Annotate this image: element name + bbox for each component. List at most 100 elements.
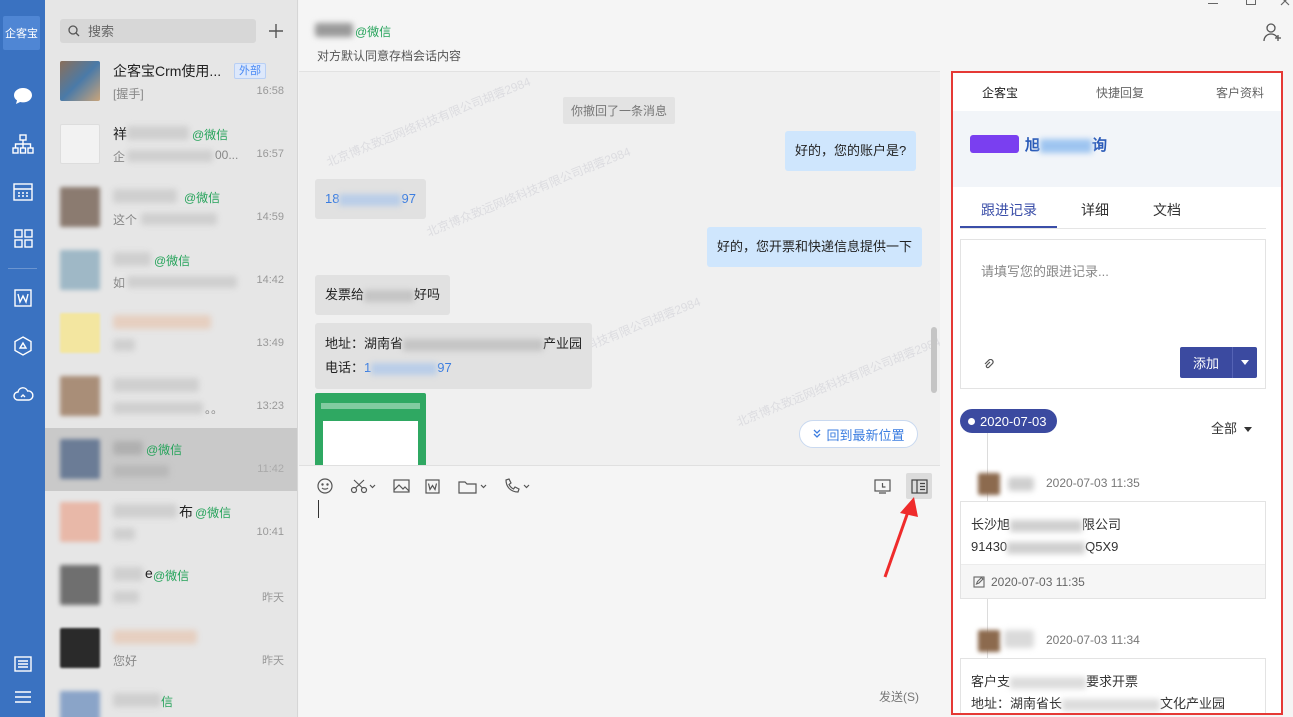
message-composer[interactable]: 发送(S): [299, 465, 940, 717]
minimize-icon[interactable]: [1208, 0, 1218, 4]
archive-notice: 对方默认同意存档会话内容: [317, 49, 462, 63]
record-footer: 2020-07-03 11:35: [961, 564, 1265, 598]
follow-record-editor: 添加: [960, 239, 1266, 389]
search-input[interactable]: [88, 23, 238, 39]
session-item[interactable]: 企客宝Crm使用... 外部 [握手] 16:58: [45, 50, 297, 113]
add-icon[interactable]: [264, 19, 288, 43]
session-item[interactable]: 13:49: [45, 302, 297, 365]
session-item[interactable]: e @微信 昨天: [45, 554, 297, 617]
session-name: 企客宝Crm使用...: [113, 63, 222, 79]
avatar: [60, 439, 100, 479]
calendar-icon[interactable]: [0, 177, 45, 207]
image-message[interactable]: [315, 393, 426, 465]
session-snippet: 如: [113, 276, 126, 290]
window-controls: [940, 0, 1293, 72]
chat-scrollbar[interactable]: [931, 327, 937, 393]
session-item[interactable]: 祥 @微信 企 00... 16:57: [45, 113, 297, 176]
phone-link-suffix[interactable]: 97: [437, 360, 451, 375]
cube-icon[interactable]: [0, 331, 45, 361]
session-item[interactable]: 信: [45, 680, 297, 717]
message-bubble-outgoing[interactable]: 好的，您开票和快递信息提供一下: [707, 227, 923, 267]
jump-to-latest-button[interactable]: 回到最新位置: [799, 420, 918, 448]
record-text: 91430: [971, 539, 1008, 554]
panel-tabs: 企客宝 快捷回复 客户资料: [953, 73, 1281, 111]
cloud-icon[interactable]: [0, 379, 45, 409]
tab-quick-reply[interactable]: 快捷回复: [1096, 84, 1144, 101]
session-time: 昨天: [262, 655, 284, 667]
tab-details[interactable]: 详细: [1081, 200, 1109, 220]
session-snippet: 这个: [113, 213, 138, 227]
date-pill: 2020-07-03: [960, 409, 1057, 433]
send-button[interactable]: 发送(S): [879, 688, 919, 705]
phone-link-prefix[interactable]: 18: [325, 191, 339, 206]
avatar: [60, 250, 100, 290]
customer-name[interactable]: 旭询: [1025, 134, 1107, 155]
image-icon[interactable]: [393, 475, 410, 497]
message-bubble-incoming[interactable]: 发票给 好吗: [315, 275, 451, 315]
message-bubble-incoming[interactable]: 地址：湖南省 产业园 电话：1 97: [315, 323, 593, 389]
wechat-label: @微信: [195, 506, 232, 520]
session-item-active[interactable]: @微信 11:42: [45, 428, 297, 491]
maximize-icon[interactable]: [1246, 0, 1256, 5]
app-logo[interactable]: 企客宝: [3, 16, 40, 50]
session-time: 16:58: [256, 85, 284, 97]
emoji-icon[interactable]: [317, 475, 333, 497]
history-icon[interactable]: [874, 475, 891, 497]
message-bubble-incoming[interactable]: 18 97: [315, 179, 426, 219]
add-record-button[interactable]: 添加: [1180, 347, 1257, 378]
document-icon[interactable]: [425, 475, 440, 497]
apps-icon[interactable]: [0, 224, 45, 254]
record-tabs: 跟进记录 详细 文档: [960, 187, 1266, 229]
add-contact-icon[interactable]: [1263, 22, 1283, 42]
word-icon[interactable]: [0, 283, 45, 313]
record-time: 2020-07-03 11:34: [1046, 633, 1140, 647]
message-text: 好吗: [414, 287, 441, 302]
phone-link-prefix[interactable]: 1: [364, 360, 371, 375]
session-time: 13:23: [256, 400, 284, 412]
record-text: Q5X9: [1085, 539, 1119, 554]
org-icon[interactable]: [0, 129, 45, 159]
caret-down-icon[interactable]: [1232, 347, 1257, 378]
customer-badge: [970, 135, 1019, 153]
tab-follow-records[interactable]: 跟进记录: [981, 200, 1037, 220]
session-item[interactable]: 。。 13:23: [45, 365, 297, 428]
close-icon[interactable]: [1280, 0, 1290, 6]
tab-qikebao[interactable]: 企客宝: [982, 84, 1018, 101]
session-item[interactable]: 您好 昨天: [45, 617, 297, 680]
external-tag: 外部: [234, 63, 266, 79]
active-tab-underline: [960, 226, 1057, 228]
session-item[interactable]: @微信 这个 14:59: [45, 176, 297, 239]
tab-documents[interactable]: 文档: [1153, 200, 1181, 220]
session-snippet: [握手]: [113, 87, 144, 101]
session-time: 14:59: [256, 211, 284, 223]
edit-note-icon: [973, 575, 985, 588]
tab-customer-info[interactable]: 客户资料: [1216, 84, 1264, 101]
chat-icon[interactable]: [0, 81, 45, 111]
avatar: [60, 565, 100, 605]
phone-icon[interactable]: [503, 475, 531, 497]
attachment-icon[interactable]: [983, 359, 995, 371]
phone-link-suffix[interactable]: 97: [401, 191, 415, 206]
record-text: 要求开票: [1086, 674, 1139, 689]
record-card[interactable]: 客户支 要求开票 地址：湖南省长 文化产业园: [960, 658, 1266, 713]
date-pill-label: 2020-07-03: [980, 413, 1047, 429]
message-bubble-outgoing[interactable]: 好的，您的账户是?: [785, 131, 917, 171]
filter-dropdown[interactable]: 全部: [1211, 418, 1252, 437]
session-item[interactable]: 布 @微信 10:41: [45, 491, 297, 554]
avatar: [60, 502, 100, 542]
session-item[interactable]: @微信 如 14:42: [45, 239, 297, 302]
message-area[interactable]: 北京博众致远网络科技有限公司胡蓉2984 北京博众致远网络科技有限公司胡蓉298…: [299, 73, 940, 465]
wechat-label: @微信: [184, 191, 221, 205]
annotation-arrow-icon: [883, 497, 918, 578]
search-box[interactable]: [60, 19, 256, 43]
system-message: 你撤回了一条消息: [563, 97, 676, 124]
follow-record-input[interactable]: [962, 241, 1264, 331]
text-cursor: [318, 500, 319, 518]
screenshot-icon[interactable]: [350, 475, 376, 497]
session-time: 昨天: [262, 592, 284, 604]
folder-icon[interactable]: [458, 475, 488, 497]
record-card[interactable]: 长沙旭 限公司 91430 Q5X9 2020-07-03 11:35: [960, 501, 1266, 599]
menu-icon[interactable]: [0, 682, 45, 712]
settings-icon[interactable]: [0, 649, 45, 679]
session-snippet: 。。: [205, 402, 224, 416]
